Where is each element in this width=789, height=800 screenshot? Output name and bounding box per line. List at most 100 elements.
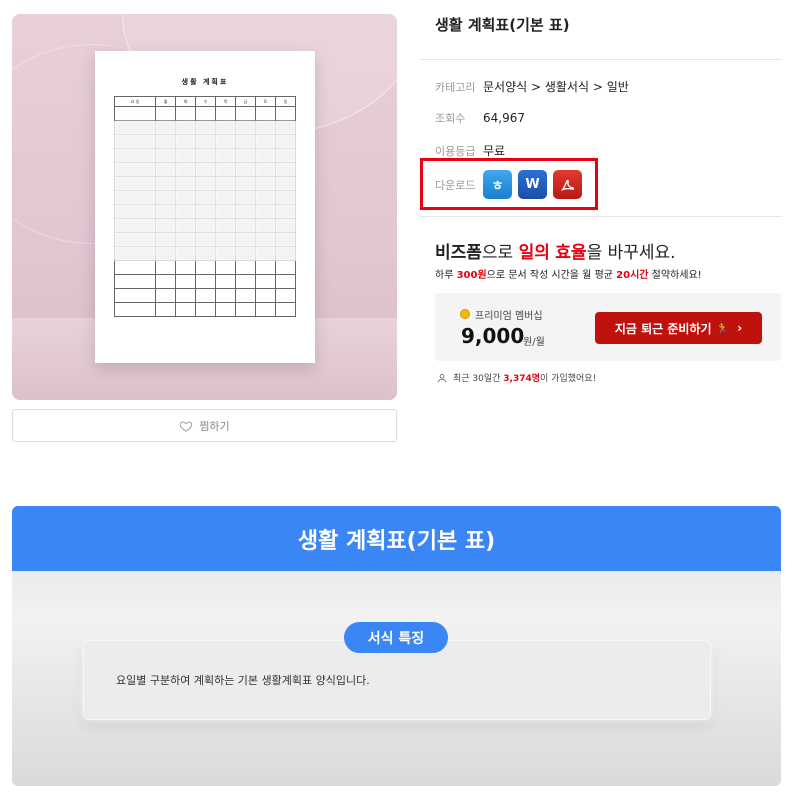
price-unit: 원/월 (523, 337, 545, 348)
feature-badge: 서식 특징 (344, 622, 448, 653)
schedule-cell (255, 162, 276, 177)
join-text: 최근 30일간 (453, 374, 504, 384)
schedule-cell (255, 274, 276, 289)
schedule-cell (255, 232, 276, 247)
schedule-cell (235, 246, 257, 261)
schedule-cell (255, 134, 276, 149)
schedule-cell (113, 190, 157, 205)
schedule-row (113, 232, 296, 247)
schedule-cell (175, 120, 197, 135)
schedule-row (113, 148, 296, 163)
views-label: 조회수 (435, 112, 466, 125)
chevron-right-icon: › (737, 321, 743, 335)
promo-highlight: 일의 (518, 243, 550, 263)
schedule-cell (275, 190, 296, 205)
schedule-cell (113, 120, 157, 135)
category-breadcrumb[interactable]: 문서양식 > 생활서식 > 일반 (483, 78, 629, 95)
schedule-header-row: 요 일월화수목금토일 (113, 96, 296, 107)
schedule-cell (195, 204, 217, 219)
schedule-cell (113, 176, 157, 191)
schedule-cell (255, 302, 276, 317)
promo-subtext: 하루 300원으로 문서 작성 시간을 월 평균 20시간 절약하세요! (435, 266, 702, 281)
schedule-cell (155, 176, 177, 191)
schedule-cell (215, 302, 237, 317)
cta-label: 지금 퇴근 준비하기 (614, 321, 712, 336)
schedule-cell (155, 288, 177, 303)
schedule-cell (195, 302, 217, 317)
schedule-cell (175, 106, 197, 121)
schedule-cell (195, 260, 217, 275)
schedule-cell (175, 246, 197, 261)
schedule-cell (215, 260, 237, 275)
grade-row: 이용등급 무료 (435, 142, 505, 159)
schedule-cell (215, 120, 237, 135)
schedule-cell (175, 162, 197, 177)
schedule-cell (275, 148, 296, 163)
membership-price: 9,000 (461, 324, 525, 348)
product-preview-image[interactable]: 생활 계획표 요 일월화수목금토일 (12, 14, 397, 400)
schedule-cell (155, 190, 177, 205)
running-person-icon: 🏃 (715, 321, 730, 335)
schedule-cell (155, 246, 177, 261)
word-icon[interactable]: W (518, 170, 547, 199)
schedule-cell (235, 134, 257, 149)
day-header-cell: 토 (255, 96, 276, 107)
schedule-cell (155, 204, 177, 219)
schedule-cell (113, 162, 157, 177)
schedule-cell (255, 288, 276, 303)
promo-highlight: 효율 (555, 243, 587, 263)
schedule-cell (255, 260, 276, 275)
schedule-cell (113, 204, 157, 219)
schedule-cell (215, 162, 237, 177)
hwp-icon[interactable]: ㅎ (483, 170, 512, 199)
document-title: 생활 계획표 (181, 77, 229, 86)
schedule-cell (155, 260, 177, 275)
schedule-cell (235, 302, 257, 317)
schedule-row (113, 120, 296, 135)
promo-headline: 비즈폼으로 일의 효율을 바꾸세요. (435, 238, 676, 263)
schedule-cell (255, 148, 276, 163)
schedule-cell (113, 148, 157, 163)
day-header-cell: 월 (155, 96, 177, 107)
schedule-cell (255, 190, 276, 205)
schedule-cell (255, 204, 276, 219)
views-row: 조회수 64,967 (435, 110, 525, 126)
schedule-cell (155, 148, 177, 163)
schedule-cell (215, 190, 237, 205)
brand-name: 비즈폼 (435, 243, 482, 263)
download-section: 다운로드 ㅎ W (420, 158, 598, 210)
schedule-cell (175, 302, 197, 317)
schedule-cell (175, 134, 197, 149)
promo-text: 하루 (435, 270, 457, 281)
category-row: 카테고리 문서양식 > 생활서식 > 일반 (435, 78, 629, 95)
schedule-cell (195, 232, 217, 247)
schedule-cell (275, 288, 296, 303)
schedule-cell (113, 274, 157, 289)
schedule-cell (155, 106, 177, 121)
day-header-cell: 일 (275, 96, 296, 107)
schedule-cell (195, 274, 217, 289)
schedule-cell (215, 232, 237, 247)
divider (420, 59, 781, 60)
schedule-cell (155, 218, 177, 233)
schedule-cell (195, 190, 217, 205)
divider (420, 216, 781, 217)
day-header-cell: 요 일 (113, 96, 157, 107)
wishlist-button[interactable]: 찜하기 (12, 409, 397, 442)
schedule-cell (195, 176, 217, 191)
schedule-cell (235, 232, 257, 247)
banner-title: 생활 계획표(기본 표) (12, 506, 781, 571)
schedule-cell (215, 218, 237, 233)
schedule-cell (195, 106, 217, 121)
schedule-cell (235, 148, 257, 163)
schedule-cell (175, 176, 197, 191)
schedule-cell (113, 134, 157, 149)
membership-cta-button[interactable]: 지금 퇴근 준비하기 🏃 › (595, 312, 762, 344)
acrobat-icon (560, 179, 574, 191)
pdf-icon[interactable] (553, 170, 582, 199)
schedule-row (113, 288, 296, 303)
word-glyph: W (525, 177, 540, 192)
schedule-cell (155, 162, 177, 177)
wishlist-label: 찜하기 (199, 419, 230, 433)
schedule-cell (275, 302, 296, 317)
